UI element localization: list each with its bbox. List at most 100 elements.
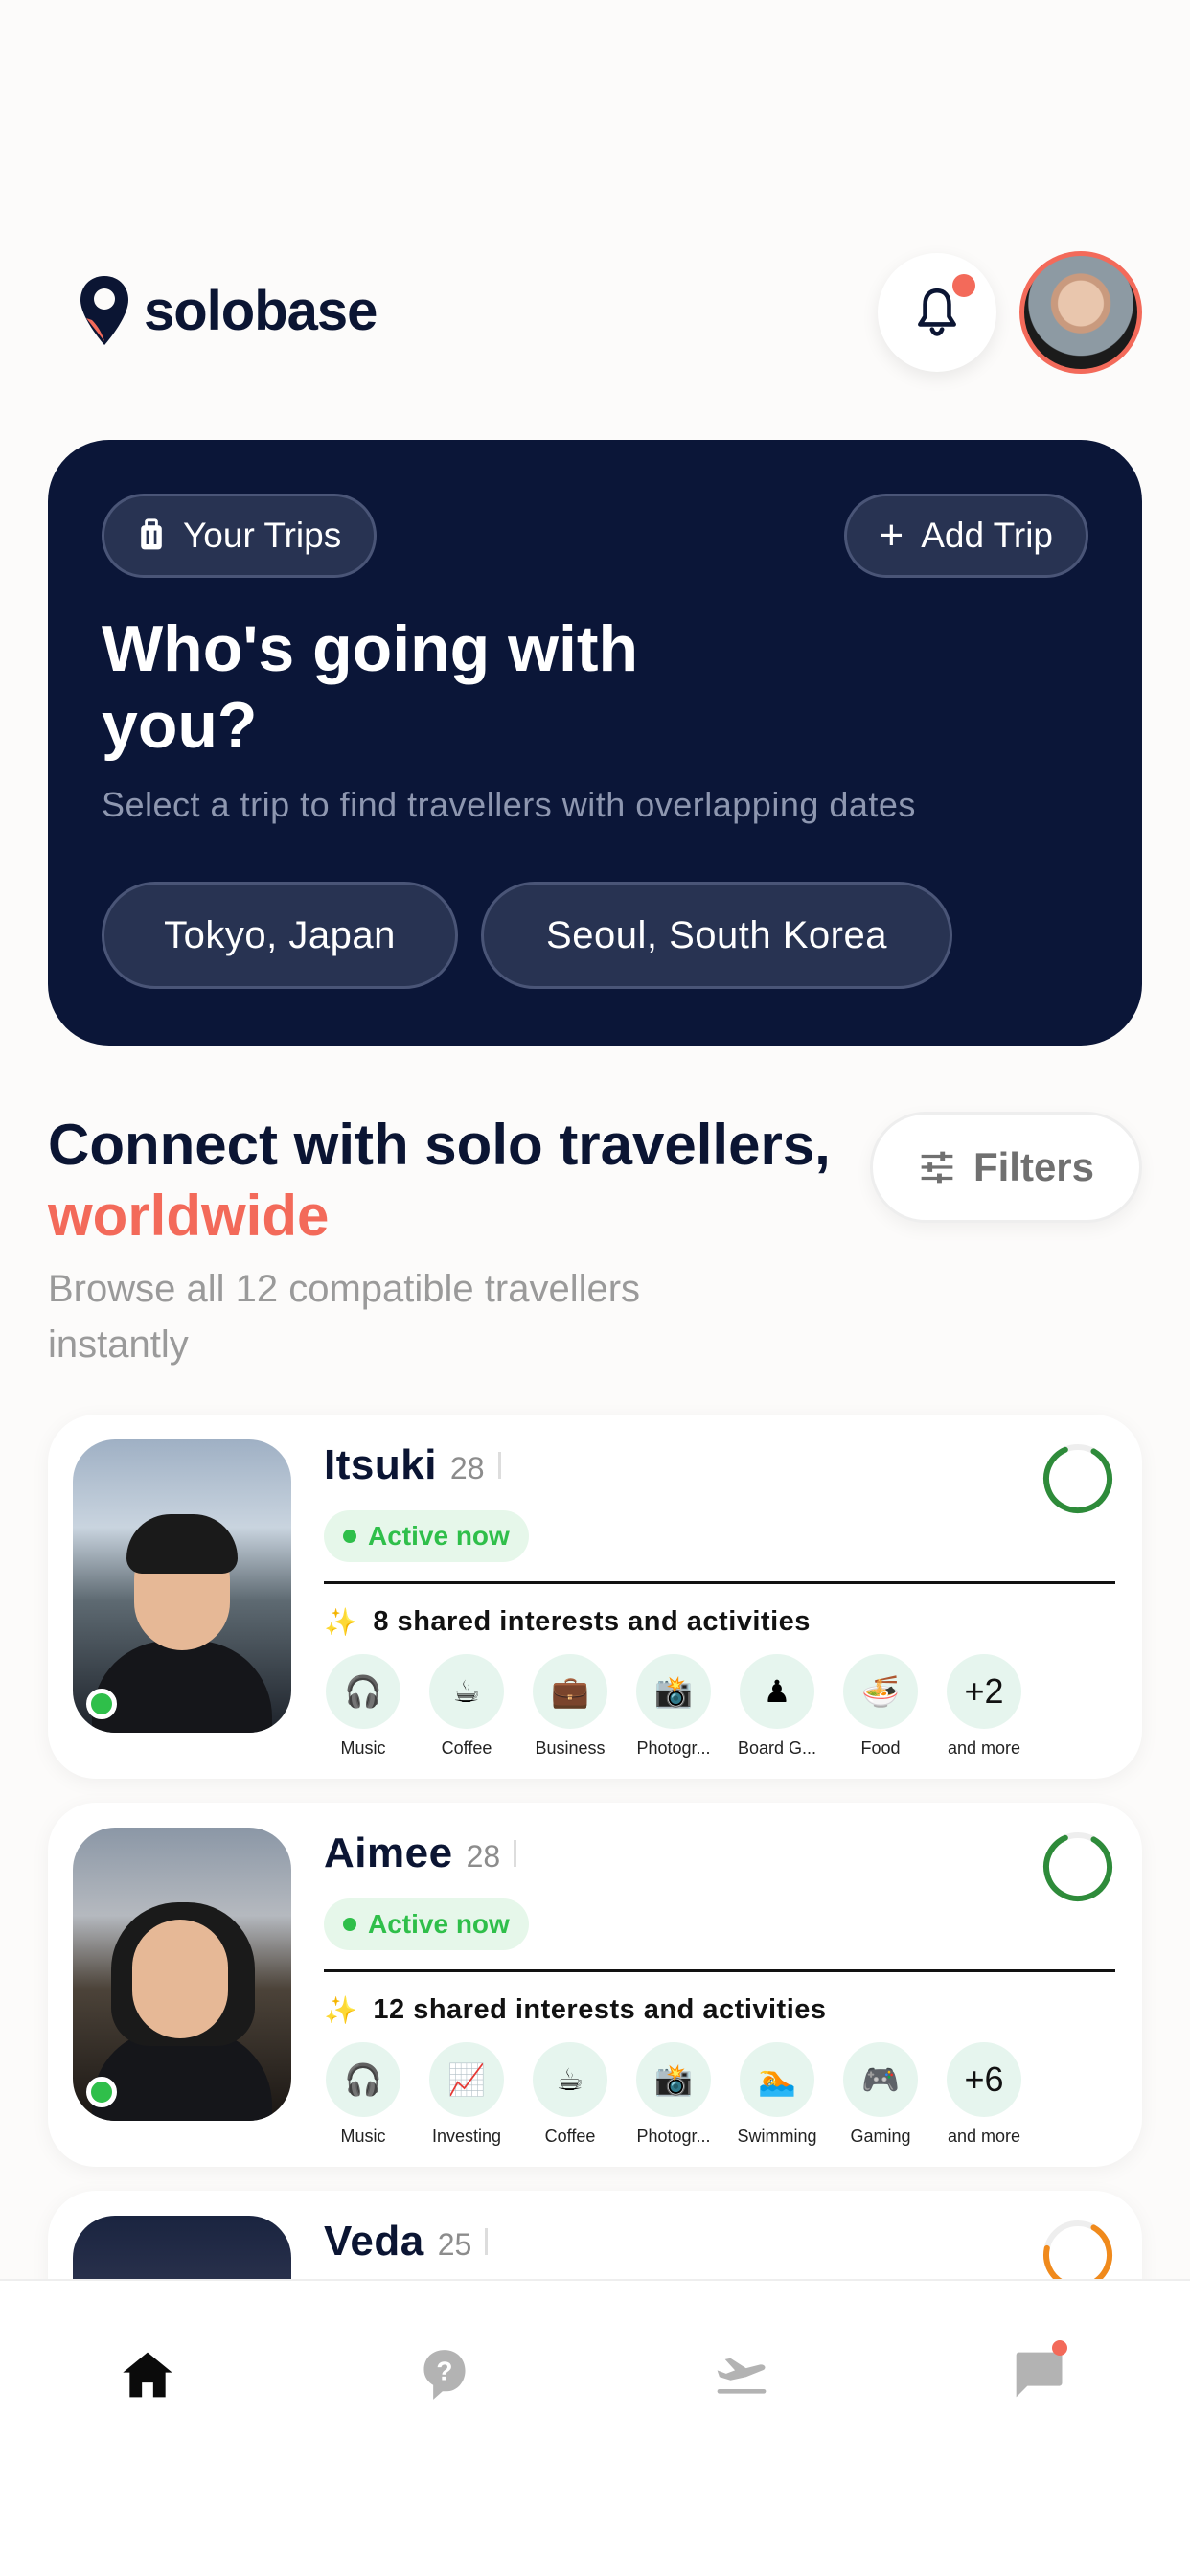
interest-item: 🏊 Swimming [737,2042,817,2147]
interest-label: Music [340,1738,386,1758]
add-trip-label: Add Trip [921,516,1053,555]
traveller-age: 28 [466,1839,501,1874]
status-badge: Active now [324,1510,529,1562]
trip-chip-tokyo[interactable]: Tokyo, Japan [102,882,458,989]
connect-heading-main: Connect with solo travellers, [48,1113,831,1177]
interest-label: Coffee [544,2127,596,2146]
interest-icon: 🎮 [843,2042,918,2117]
interest-label: Gaming [850,2127,911,2146]
interest-icon-glyph: 📸 [654,2062,693,2097]
compatibility-ring [1043,1444,1112,1513]
interest-label: and more [947,2127,1021,2146]
interest-icon-glyph: 🍜 [861,1674,900,1709]
interest-item: +2 and more [947,1654,1021,1759]
interest-icon: ☕ [533,2042,607,2117]
status-text: Active now [368,1521,510,1551]
interest-label: Photogr... [636,1738,711,1758]
interest-item: 📸 Photogr... [636,2042,711,2147]
logo: solobase [79,274,378,347]
interest-icon-glyph: 📈 [447,2062,486,2097]
interest-icon: 📈 [429,2042,504,2117]
interest-item: ♟ Board G... [738,1654,816,1759]
traveller-name-row: Veda 25 [324,2218,489,2266]
shared-interests: ✨ 8 shared interests and activities [324,1606,811,1638]
interest-icon: 💼 [533,1654,607,1729]
status-text: Active now [368,1909,510,1939]
interest-label: Board G... [737,1738,817,1758]
interest-label: Food [860,1738,901,1758]
interest-icon: 📸 [636,1654,711,1729]
traveller-name: Itsuki [324,1441,437,1488]
interest-item: 📸 Photogr... [636,1654,711,1759]
notification-badge [952,274,975,297]
traveller-card[interactable]: Itsuki 28 Active now ✨ 8 shared interest… [48,1414,1142,1779]
plus-icon: + [879,512,904,559]
interest-icon: 📸 [636,2042,711,2117]
bottom-nav: ? [0,2279,1190,2576]
home-screen: solobase Your Trips + Add Trip Who's goi… [0,0,1190,2576]
traveller-name-row: Itsuki 28 [324,1441,501,1489]
trip-chip-seoul[interactable]: Seoul, South Korea [481,882,952,989]
interest-item: ☕ Coffee [533,2042,607,2147]
interest-icon: ♟ [740,1654,814,1729]
interest-list: 🎧 Music 📈 Investing ☕ Coffee 📸 Photogr... 🏊 Swimm… [326,2042,1021,2147]
brand-name: solobase [144,279,378,342]
notifications-button[interactable] [878,253,996,372]
your-trips-label: Your Trips [183,516,342,555]
interest-icon-glyph: 🎧 [344,2062,382,2097]
connect-subtitle: Browse all 12 compatible travellers inst… [48,1268,641,1366]
interest-item: 📈 Investing [429,2042,504,2147]
traveller-name: Aimee [324,1829,453,1876]
interest-icon: 🎧 [326,2042,400,2117]
traveller-photo [73,1439,291,1733]
traveller-card[interactable]: Aimee 28 Active now ✨ 12 shared interest… [48,1803,1142,2167]
traveller-photo [73,1828,291,2121]
traveller-name-row: Aimee 28 [324,1829,517,1877]
sparkle-icon: ✨ [324,1607,358,1637]
online-indicator [86,2077,117,2107]
interest-icon-glyph: ♟ [763,1674,791,1709]
add-trip-button[interactable]: + Add Trip [843,494,1088,578]
top-header: solobase [48,251,1142,376]
compatibility-ring [1043,1832,1112,1901]
connect-heading: Connect with solo travellers, worldwide [48,1110,834,1252]
more-count: +2 [947,1654,1021,1729]
sliders-icon [921,1151,953,1184]
interest-icon-glyph: 🏊 [758,2062,796,2097]
bell-icon [918,288,956,336]
nav-help[interactable]: ? [414,2344,475,2405]
question-icon: ? [423,2350,466,2400]
age-divider [485,2228,489,2255]
card-divider [324,1969,1115,1972]
shared-interests-text: 12 shared interests and activities [373,1994,827,2025]
traveller-age: 25 [437,2227,472,2262]
interest-item: 💼 Business [533,1654,607,1759]
interest-icon-glyph: +6 [964,2059,1004,2099]
pin-logo-icon [80,276,128,345]
interest-list: 🎧 Music ☕ Coffee 💼 Business 📸 Photogr... ♟ Board … [326,1654,1021,1759]
interest-icon-glyph: 💼 [551,1674,589,1709]
filters-button[interactable]: Filters [870,1112,1142,1223]
interest-icon: 🏊 [740,2042,814,2117]
nav-trips[interactable] [711,2344,772,2405]
status-badge: Active now [324,1898,529,1950]
online-indicator [86,1689,117,1719]
interest-item: 🎧 Music [326,2042,400,2147]
interest-icon: 🍜 [843,1654,918,1729]
nav-home[interactable] [117,2344,178,2405]
interest-label: Swimming [737,2127,817,2146]
nav-chat[interactable] [1008,2340,1069,2405]
age-divider [514,1840,517,1867]
home-icon [123,2352,172,2398]
profile-avatar[interactable] [1019,251,1142,374]
your-trips-button[interactable]: Your Trips [102,494,378,578]
interest-item: 🎮 Gaming [843,2042,918,2147]
chat-icon [1016,2352,1063,2398]
ring-progress [1043,1444,1112,1513]
ring-progress [1043,1832,1112,1901]
more-count: +6 [947,2042,1021,2117]
interest-icon-glyph: 🎧 [344,1674,382,1709]
interest-label: Business [535,1738,606,1758]
shared-interests-text: 8 shared interests and activities [373,1606,811,1637]
interest-icon-glyph: +2 [964,1671,1004,1711]
